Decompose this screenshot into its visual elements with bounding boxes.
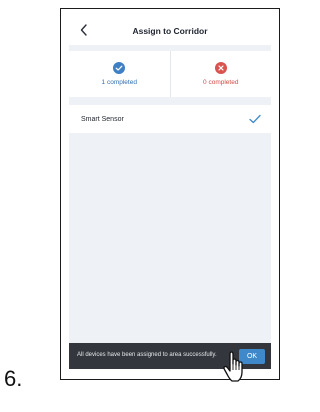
assignment-summary: 1 completed 0 completed [69,51,271,97]
device-name: Smart Sensor [81,115,124,123]
top-bar: Assign to Corridor [69,17,271,45]
check-circle-icon [113,62,126,74]
completed-stat[interactable]: 1 completed [69,51,170,97]
failed-stat[interactable]: 0 completed [169,51,272,97]
hand-pointer-icon [223,351,243,382]
step-number: 6. [4,366,23,391]
close-circle-icon [214,62,227,74]
toast-message: All devices have been assigned to area s… [77,352,217,359]
page-title: Assign to Corridor [132,26,208,36]
failed-label: 0 completed [203,79,239,86]
list-item[interactable]: Smart Sensor [69,105,271,133]
phone-screenshot-frame: Assign to Corridor 1 completed 0 complet… [60,8,280,380]
completed-label: 1 completed [101,79,137,86]
app-screen: Assign to Corridor 1 completed 0 complet… [69,17,271,369]
checkmark-icon [249,114,261,124]
chevron-left-icon[interactable] [77,23,91,37]
